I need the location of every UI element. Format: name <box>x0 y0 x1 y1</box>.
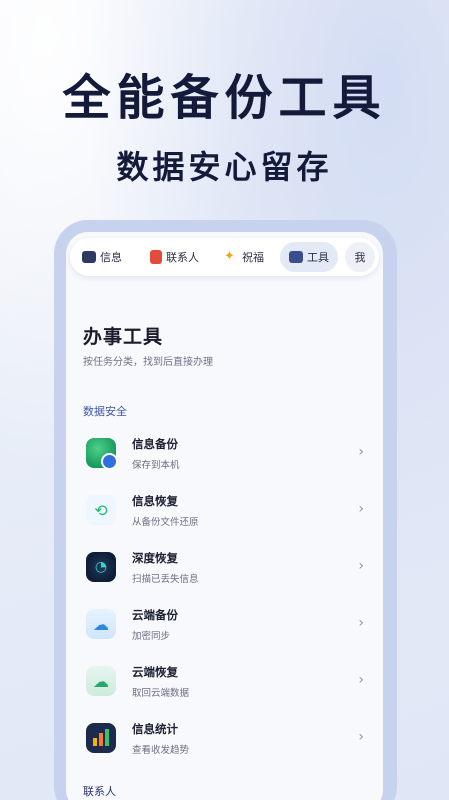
tab-blessings[interactable]: ✦ 祝福 <box>218 242 270 272</box>
item-label: 信息备份 <box>132 437 178 451</box>
item-subtitle: 扫描已丢失信息 <box>132 574 199 585</box>
page-description: 按任务分类，找到后直接办理 <box>83 357 213 368</box>
tab-tools[interactable]: 工具 <box>280 242 338 272</box>
list-item-cloud-backup[interactable]: ☁ 云端备份 加密同步 › <box>80 601 370 651</box>
section-title-contacts: 联系人 <box>83 785 116 798</box>
chevron-right-icon: › <box>358 672 364 688</box>
item-label: 信息统计 <box>132 722 178 736</box>
chevron-right-icon: › <box>358 558 364 574</box>
list-item-message-backup[interactable]: 信息备份 保存到本机 › <box>80 430 370 480</box>
chevron-right-icon: › <box>358 729 364 745</box>
item-label: 信息恢复 <box>132 494 178 508</box>
hero-subtitle: 数据安心留存 <box>116 148 333 186</box>
list-item-deep-restore[interactable]: ◔ 深度恢复 扫描已丢失信息 › <box>80 544 370 594</box>
database-backup-icon <box>86 438 118 470</box>
item-label: 深度恢复 <box>132 551 178 565</box>
item-subtitle: 取回云端数据 <box>132 688 190 699</box>
item-label: 云端恢复 <box>132 665 178 679</box>
list-item-cloud-restore[interactable]: ☁ 云端恢复 取回云端数据 › <box>80 658 370 708</box>
hero-title: 全能备份工具 <box>62 70 387 126</box>
tab-label: 工具 <box>307 251 329 264</box>
contacts-icon <box>150 250 162 264</box>
item-subtitle: 保存到本机 <box>132 460 180 471</box>
item-subtitle: 加密同步 <box>132 631 171 642</box>
tab-me[interactable]: 我 <box>345 242 375 272</box>
tab-contacts[interactable]: 联系人 <box>144 242 205 272</box>
section-title-data-security: 数据安全 <box>83 405 127 418</box>
cloud-download-icon: ☁ <box>86 666 116 696</box>
tab-label: 信息 <box>100 251 122 264</box>
restore-arrow-icon: ⟲ <box>86 495 116 525</box>
page-title: 办事工具 <box>83 326 164 348</box>
chevron-right-icon: › <box>358 615 364 631</box>
top-tab-bar: 信息 联系人 ✦ 祝福 工具 我 <box>70 238 379 276</box>
chevron-right-icon: › <box>358 501 364 517</box>
tab-label: 联系人 <box>166 251 199 264</box>
list-item-message-stats[interactable]: 信息统计 查看收发趋势 › <box>80 715 370 765</box>
sparkle-icon: ✦ <box>224 249 235 264</box>
item-subtitle: 从备份文件还原 <box>132 517 199 528</box>
tab-label: 祝福 <box>242 251 264 264</box>
phone-screen: 信息 联系人 ✦ 祝福 工具 我 办事工具 按任务分类，找到后直接办理 数据安全… <box>66 232 383 800</box>
chevron-right-icon: › <box>358 444 364 460</box>
list-item-message-restore[interactable]: ⟲ 信息恢复 从备份文件还原 › <box>80 487 370 537</box>
toolbox-icon <box>289 251 303 263</box>
bar-chart-icon <box>86 723 116 753</box>
item-subtitle: 查看收发趋势 <box>132 745 190 756</box>
tab-messages[interactable]: 信息 <box>76 242 128 272</box>
cloud-upload-icon: ☁ <box>86 609 116 639</box>
item-label: 云端备份 <box>132 608 178 622</box>
mail-icon <box>82 251 96 263</box>
radar-scan-icon: ◔ <box>86 552 116 582</box>
